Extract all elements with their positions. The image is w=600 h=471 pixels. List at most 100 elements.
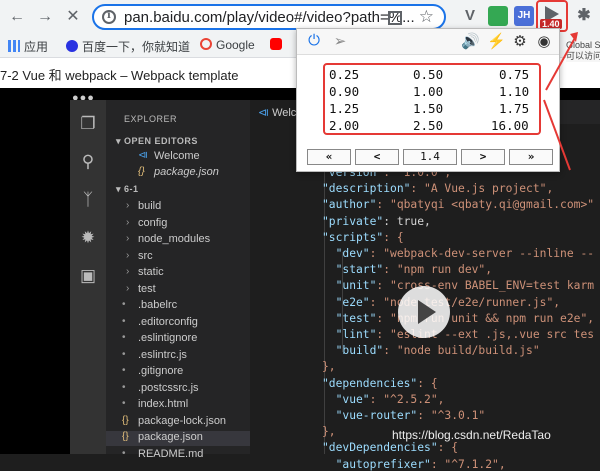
files-icon: ❐: [80, 114, 96, 133]
speed-option[interactable]: 0.25: [329, 67, 359, 82]
tree-folder[interactable]: › node_modules: [106, 233, 250, 248]
speed-option[interactable]: 2.50: [413, 118, 443, 133]
bookmark-google[interactable]: Google: [200, 38, 255, 52]
file-icon: •: [122, 332, 126, 343]
speed-option[interactable]: 16.00: [491, 118, 529, 133]
speed-option[interactable]: 2.00: [329, 118, 359, 133]
tree-folder[interactable]: › config: [106, 217, 250, 232]
code-key: "vue-router": [322, 409, 418, 422]
back-arrow-icon[interactable]: ←: [6, 6, 28, 28]
volume-icon[interactable]: 🔊: [461, 32, 480, 50]
tree-file[interactable]: • .gitignore: [106, 365, 250, 380]
vscode-logo-icon: ⧏: [138, 150, 148, 161]
code-value: : "node build/build.js": [383, 344, 540, 358]
tree-file[interactable]: • .editorconfig: [106, 316, 250, 331]
speed-option[interactable]: 0.50: [413, 67, 443, 82]
speed-option[interactable]: 1.75: [499, 101, 529, 116]
code-line: "test": "npm run unit && npm run e2e",: [322, 312, 594, 325]
speed-option[interactable]: 0.75: [499, 67, 529, 82]
annotation-arrow: [543, 32, 578, 171]
qr-code-icon[interactable]: [388, 11, 402, 25]
open-file-welcome: ⧏ Welcome: [106, 150, 250, 165]
address-bar[interactable]: pan.baidu.com/play/video#/video?path=%..…: [92, 4, 446, 30]
puzzle-extensions-icon[interactable]: ✱: [574, 6, 594, 26]
bookmark-youtube[interactable]: [270, 38, 286, 52]
code-key: "author": [322, 198, 377, 212]
code-value: : {: [417, 376, 438, 390]
chevron-right-icon: ›: [126, 200, 130, 211]
tree-folder[interactable]: › src: [106, 250, 250, 265]
folder-label: 6-1: [124, 184, 139, 194]
play-button[interactable]: [398, 286, 450, 338]
chevron-right-icon: ›: [126, 233, 130, 244]
v-extension-icon[interactable]: V: [460, 6, 480, 26]
speed-option[interactable]: 0.90: [329, 84, 359, 99]
tree-file[interactable]: {} package.json: [106, 431, 250, 446]
pin-icon[interactable]: ➢: [331, 32, 349, 50]
grid-extension-icon[interactable]: [488, 6, 508, 26]
code-line: "author": "qbatyqi <qbaty.qi@gmail.com>": [322, 198, 594, 211]
apps-grid-icon: [8, 40, 20, 52]
bookmark-star-icon[interactable]: ☆: [419, 7, 434, 27]
tree-folder[interactable]: › build: [106, 200, 250, 215]
tree-file[interactable]: • .postcssrc.js: [106, 382, 250, 397]
tree-file[interactable]: • index.html: [106, 398, 250, 413]
power-icon[interactable]: ⏻: [305, 32, 323, 49]
tree-file[interactable]: • .eslintrc.js: [106, 349, 250, 364]
bookmark-label: 百度一下，你就知道: [82, 40, 191, 54]
tree-file[interactable]: • README.md: [106, 448, 250, 463]
open-editors-header: ▾ OPEN EDITORS: [116, 136, 198, 146]
source-control-icon: ᛉ: [82, 190, 94, 209]
file-icon: •: [122, 315, 126, 327]
bookmark-baidu[interactable]: 百度一下，你就知道: [66, 38, 190, 55]
file-icon: •: [122, 365, 126, 376]
tree-item-label: .eslintignore: [138, 332, 198, 344]
speed-option[interactable]: 1.00: [413, 84, 443, 99]
chevron-right-icon: ›: [126, 282, 130, 294]
jh-extension-icon[interactable]: JH: [514, 6, 534, 26]
code-line: "dependencies": {: [322, 377, 438, 390]
lightning-icon[interactable]: ⚡: [487, 32, 506, 50]
faster-button[interactable]: >: [461, 149, 505, 165]
reload-icon[interactable]: ✕: [62, 6, 84, 28]
forward-arrow-icon[interactable]: →: [34, 6, 56, 28]
google-g-icon: [200, 38, 212, 50]
open-editors-label: OPEN EDITORS: [124, 136, 198, 146]
code-key: "start": [322, 263, 384, 277]
code-line: "vue-router": "^3.0.1": [322, 409, 486, 422]
code-line: },: [322, 425, 336, 438]
file-icon: {}: [122, 414, 129, 426]
tree-item-label: build: [138, 200, 162, 212]
tree-file[interactable]: {} package-lock.json: [106, 415, 250, 430]
code-key: "vue": [322, 392, 370, 406]
code-value: },: [322, 425, 336, 439]
code-value: : {: [383, 230, 404, 244]
rewind-button[interactable]: «: [307, 149, 351, 165]
tree-folder[interactable]: › test: [106, 283, 250, 298]
tree-file[interactable]: • .babelrc: [106, 299, 250, 314]
folder-header: ▾ 6-1: [116, 184, 139, 194]
chevron-right-icon: ›: [126, 266, 130, 277]
speed-option[interactable]: 1.10: [499, 84, 529, 99]
open-file-label: Welcome: [154, 150, 200, 162]
code-line: "description": "A Vue.js project",: [322, 182, 553, 195]
slower-button[interactable]: <: [355, 149, 399, 165]
site-info-icon[interactable]: [102, 10, 116, 24]
baidu-paw-icon: [66, 40, 78, 52]
code-value: : {: [437, 441, 459, 455]
tree-item-label: node_modules: [138, 233, 211, 245]
tree-folder[interactable]: › static: [106, 266, 250, 281]
speed-option[interactable]: 1.25: [329, 101, 359, 116]
current-speed-field[interactable]: 1.4: [403, 149, 457, 165]
code-key: "unit": [322, 279, 377, 293]
tree-file[interactable]: • .eslintignore: [106, 332, 250, 347]
tree-item-label: src: [138, 249, 153, 262]
chevron-right-icon: ›: [126, 216, 130, 228]
watermark: https://blog.csdn.net/RedaTao: [392, 428, 551, 442]
url-text: pan.baidu.com/play/video#/video?path=%..…: [124, 9, 415, 26]
gear-icon[interactable]: ⚙: [511, 32, 529, 50]
code-value: : "^7.1.2",: [430, 457, 506, 471]
speed-option[interactable]: 1.50: [413, 101, 443, 116]
explorer-sidebar: EXPLORER ▾ OPEN EDITORS ⧏ Welcome {} pac…: [106, 100, 250, 460]
bookmark-apps[interactable]: 应用: [8, 38, 48, 55]
